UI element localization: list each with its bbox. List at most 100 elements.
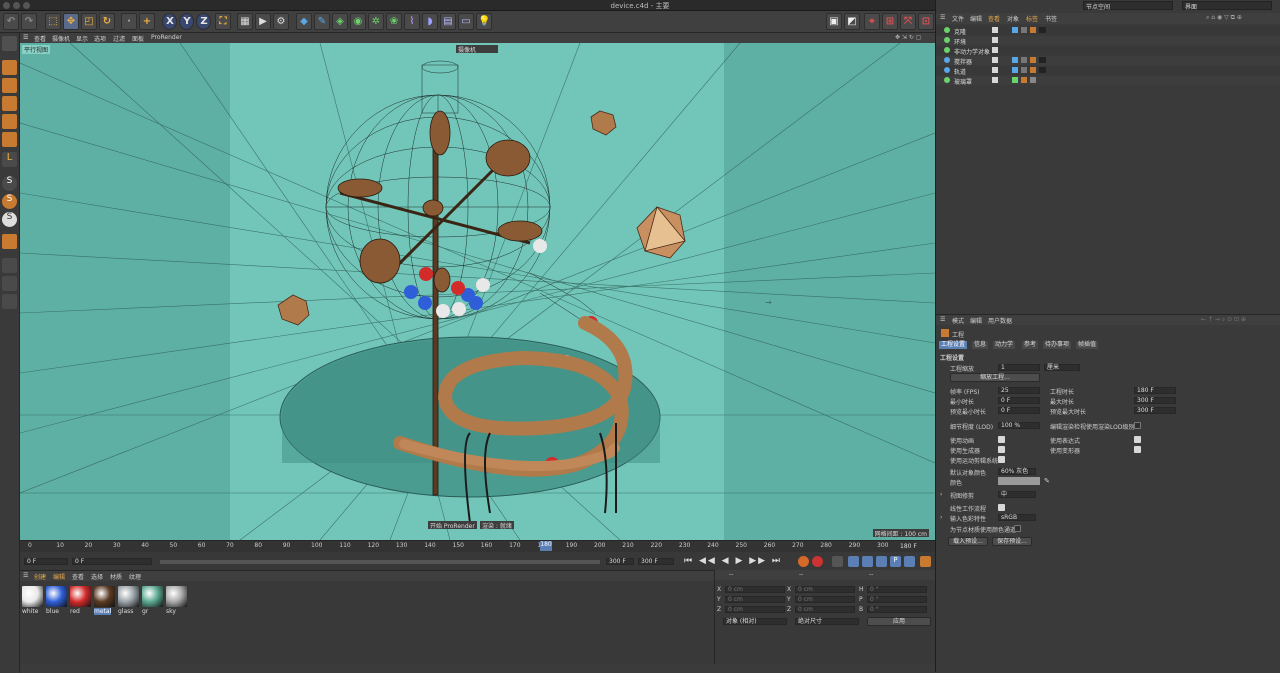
auto-key-icon[interactable] [812, 556, 823, 567]
material-swatch-glass[interactable] [118, 586, 139, 607]
object-enable-checkbox[interactable] [992, 47, 998, 53]
material-swatch-sky[interactable] [166, 586, 187, 607]
material-menu-edit[interactable]: 编辑 [53, 572, 65, 581]
record-icon[interactable] [798, 556, 809, 567]
magnet-icon[interactable] [2, 234, 17, 249]
key-pla-icon[interactable] [904, 556, 915, 567]
attribute-tab[interactable]: 信息 [972, 341, 989, 349]
timeline[interactable]: 0 10 20 30 40 50 60 70 80 90 100 110 120 130 140 150 160… [20, 540, 935, 570]
color-swatch[interactable] [998, 477, 1040, 485]
key-rotation-icon[interactable] [876, 556, 887, 567]
material-menu-create[interactable]: 创建 [34, 572, 46, 581]
polygon-mode-icon[interactable] [2, 132, 17, 147]
coord-field-rot[interactable]: 0 ° [867, 586, 927, 593]
viewport-scene[interactable]: → [20, 43, 935, 540]
linear-workflow-checkbox[interactable] [998, 504, 1005, 511]
min-frame-field[interactable]: 0 F [72, 558, 152, 565]
render-settings-icon[interactable]: ⚙ [273, 13, 289, 30]
snap-icon[interactable]: ⌖ [864, 13, 880, 30]
viewport-menu-display[interactable]: 显示 [76, 34, 88, 43]
keyframe-selection-icon[interactable] [832, 556, 843, 567]
light-icon[interactable]: 💡 [476, 13, 492, 30]
z-axis-icon[interactable]: Z [196, 13, 211, 30]
input-color-select[interactable]: sRGB [998, 514, 1036, 521]
render-lod-checkbox[interactable] [1134, 422, 1141, 429]
point-mode-icon[interactable] [2, 96, 17, 111]
key-parameter-icon[interactable]: P [890, 556, 901, 567]
material-swatch-red[interactable] [70, 586, 91, 607]
coordinate-mode-select[interactable]: 对象 (相对) [723, 618, 787, 625]
coord-field-pos[interactable]: 0 cm [725, 586, 785, 593]
viewport-menu-options[interactable]: 选项 [94, 34, 106, 43]
viewport-menu-filter[interactable]: 过滤 [113, 34, 125, 43]
lock-workplane-icon[interactable] [2, 276, 17, 291]
object-enable-checkbox[interactable] [992, 27, 998, 33]
close-window-icon[interactable] [3, 2, 10, 9]
render-picture-viewer-icon[interactable]: ▶ [255, 13, 271, 30]
y-axis-icon[interactable]: Y [179, 13, 194, 30]
snap-settings-icon[interactable]: S [2, 194, 17, 209]
model-mode-icon[interactable] [2, 60, 17, 75]
object-menu-view[interactable]: 查看 [988, 14, 1000, 23]
coord-field-rot[interactable]: 0 ° [867, 596, 927, 603]
symmetry-icon[interactable]: S [2, 212, 17, 227]
material-menu-material[interactable]: 材质 [110, 572, 122, 581]
select-tool-icon[interactable]: ⬚ [45, 13, 61, 30]
object-tags[interactable] [1012, 57, 1046, 63]
save-preset-button[interactable]: 保存预设... [992, 537, 1032, 546]
object-menu-bookmarks[interactable]: 书签 [1045, 14, 1057, 23]
coord-field-size[interactable]: 0 cm [795, 596, 855, 603]
redo-icon[interactable]: ↷ [21, 13, 37, 30]
cube-object-icon[interactable]: ◆ [296, 13, 312, 30]
pen-tool-icon[interactable]: ✎ [314, 13, 330, 30]
attribute-tab[interactable]: 工程设置 [939, 341, 968, 349]
coordinate-system-icon[interactable]: ⛶ [215, 13, 231, 30]
viewport-menu-prorender[interactable]: ProRender [151, 34, 182, 41]
scale-tool-icon[interactable]: ◰ [81, 13, 97, 30]
material-swatch-gr[interactable] [142, 586, 163, 607]
preview-max-field[interactable]: 300 F [638, 558, 674, 565]
attribute-menu-icon[interactable]: ☰ [940, 316, 945, 323]
use-anim-checkbox[interactable] [998, 436, 1005, 443]
object-tags[interactable] [1012, 27, 1046, 33]
layout-icon[interactable]: ▣ [826, 13, 842, 30]
object-menu-file[interactable]: 文件 [952, 14, 964, 23]
object-tags[interactable] [1012, 77, 1046, 83]
object-row[interactable]: 克隆 [936, 26, 1280, 36]
minimize-window-icon[interactable] [13, 2, 20, 9]
default-color-select[interactable]: 60% 灰色 [998, 468, 1036, 475]
attribute-tab[interactable]: 待办事项 [1043, 341, 1072, 349]
eyedropper-icon[interactable]: ✎ [1044, 477, 1050, 485]
viewport-menu-panel[interactable]: 面板 [132, 34, 144, 43]
preview-max-field[interactable]: 300 F [1134, 407, 1176, 414]
material-menu-select[interactable]: 选择 [91, 572, 103, 581]
coord-field-size[interactable]: 0 cm [795, 586, 855, 593]
viewport-menu-view[interactable]: 查看 [34, 34, 46, 43]
current-frame-marker[interactable]: 180 [540, 541, 552, 551]
mograph-icon[interactable]: ✲ [368, 13, 384, 30]
input-color-expand-icon[interactable]: › [940, 514, 942, 521]
coord-field-size[interactable]: 0 cm [795, 606, 855, 613]
min-time-field[interactable]: 0 F [998, 397, 1040, 404]
attribute-nav-icons[interactable]: ← ↑ → ⌕ ⊙ ⊡ ⊕ [1201, 316, 1246, 324]
apply-button[interactable]: 应用 [867, 617, 931, 626]
array-icon[interactable]: ◉ [350, 13, 366, 30]
move-tool-icon[interactable]: ✥ [63, 13, 79, 30]
duration-field[interactable]: 180 F [1134, 387, 1176, 394]
attribute-menu-edit[interactable]: 编辑 [970, 316, 982, 325]
workplane-tool-icon[interactable] [2, 258, 17, 273]
object-enable-checkbox[interactable] [992, 37, 998, 43]
scale-project-button[interactable]: 缩放工程... [950, 373, 1040, 382]
lod-field[interactable]: 100 % [998, 422, 1040, 429]
max-frame-field[interactable]: 300 F [606, 558, 634, 565]
3d-viewport[interactable]: → 平行视图 摄像机 开始 ProRender 渲染 : 就绪 网格间距 : 1… [20, 43, 935, 540]
viewport-menu-icon[interactable]: ☰ [23, 34, 28, 41]
object-menu-edit[interactable]: 编辑 [970, 14, 982, 23]
start-prorender-button[interactable]: 开始 ProRender [428, 521, 477, 530]
texture-mode-icon[interactable] [2, 78, 17, 93]
object-enable-checkbox[interactable] [992, 77, 998, 83]
object-row[interactable]: 玻璃罩 [936, 76, 1280, 86]
object-enable-checkbox[interactable] [992, 67, 998, 73]
object-enable-checkbox[interactable] [992, 57, 998, 63]
view-clip-select[interactable]: 中 [998, 491, 1036, 498]
